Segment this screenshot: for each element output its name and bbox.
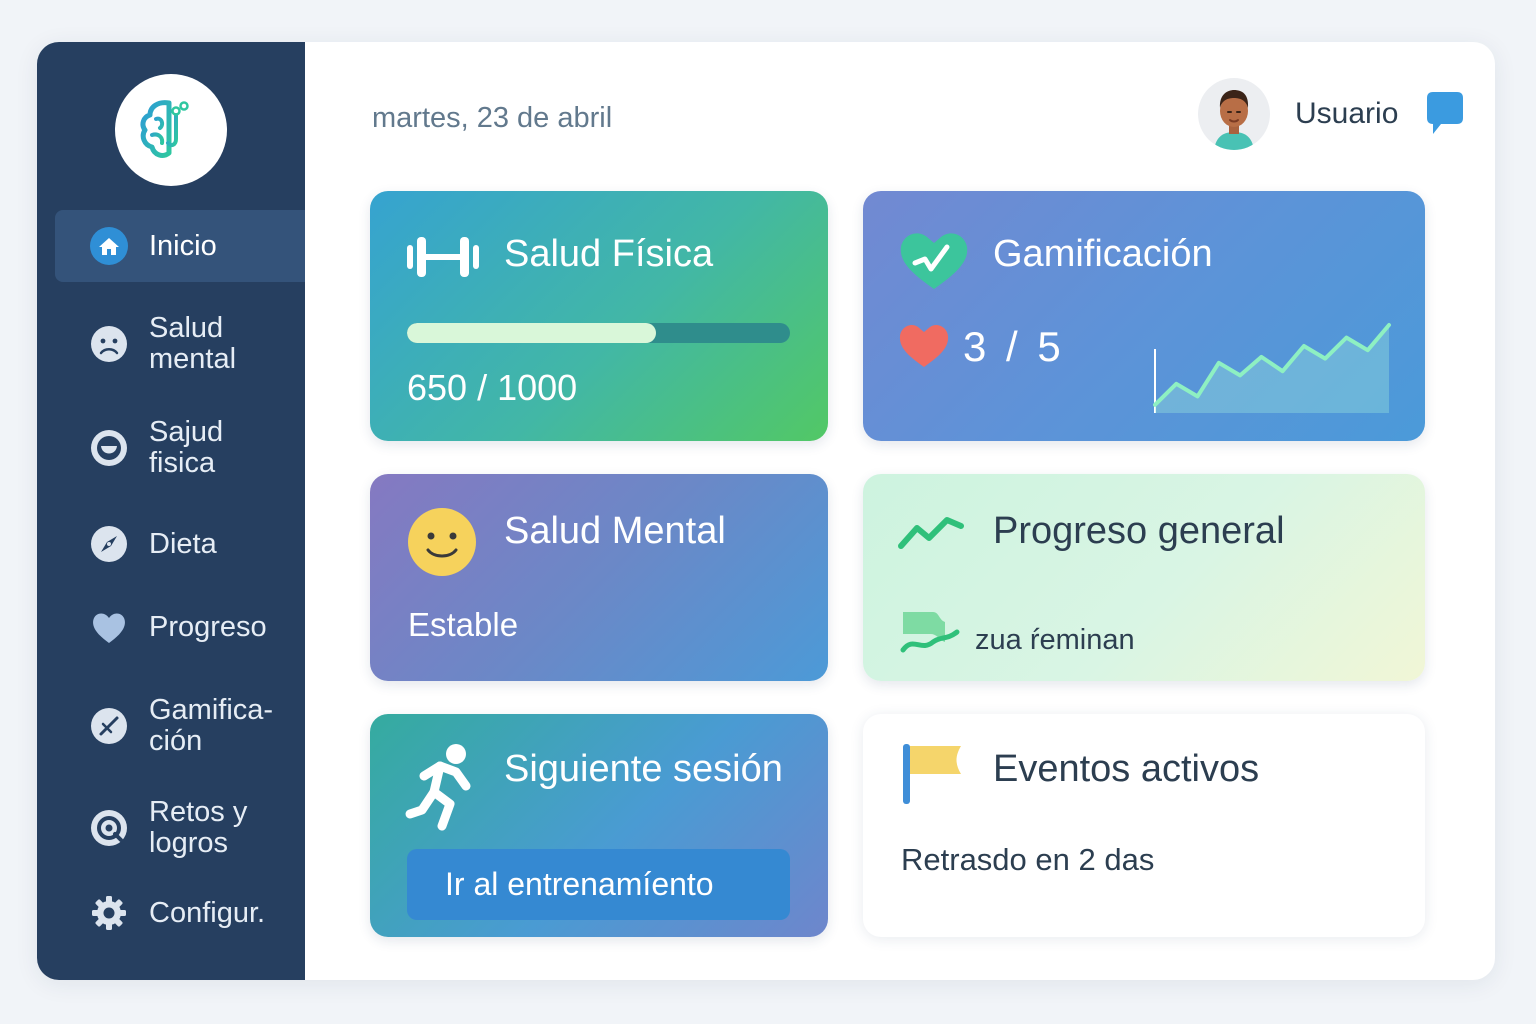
flag-wave-icon (899, 606, 961, 661)
sidebar-item-salud-mental[interactable]: Salud mental (55, 312, 305, 376)
trend-chart (1153, 323, 1391, 413)
sidebar-item-label: Salud mental (149, 312, 237, 375)
sidebar-item-dieta[interactable]: Dieta (55, 526, 305, 562)
card-salud-mental[interactable]: Salud Mental Estable (370, 474, 828, 681)
sidebar-item-label: Inicio (149, 229, 217, 262)
chat-icon[interactable] (1425, 90, 1465, 141)
eventos-text: Retrasdo en 2 das (901, 842, 1155, 877)
sidebar-item-label: Sajud fisica (149, 416, 224, 479)
compass-icon (89, 524, 129, 564)
heart-icon (897, 321, 951, 374)
heart-icon (89, 607, 129, 647)
no-icon (89, 706, 129, 746)
sidebar-item-gamificacion[interactable]: Gamifica- ción (55, 694, 305, 758)
card-title: Progreso general (993, 510, 1285, 552)
brain-logo[interactable] (115, 74, 227, 186)
card-title: Gamificación (993, 233, 1213, 275)
app-window: Inicio Salud mental Sajud fisica Dieta P (37, 42, 1495, 980)
sidebar-item-label: Retos y logros (149, 796, 248, 859)
sidebar-item-label: Progreso (149, 610, 267, 643)
sad-face-icon (89, 324, 129, 364)
dumbbell-icon (406, 235, 480, 284)
heart-check-icon (897, 227, 971, 296)
smile-icon (89, 428, 129, 468)
home-icon (89, 226, 129, 266)
lives-counter: 3 / 5 (963, 323, 1061, 370)
progress-bar (407, 323, 790, 343)
runner-icon (404, 742, 478, 837)
card-title: Salud Física (504, 233, 714, 275)
flag-icon (901, 742, 965, 811)
card-title: Siguiente sesión (504, 748, 783, 790)
sidebar-item-label: Gamifica- ción (149, 694, 274, 757)
smiley-icon (406, 506, 478, 583)
date-label: martes, 23 de abril (372, 102, 613, 134)
sidebar-item-label: Configur. (149, 896, 266, 929)
score-value: 650 / 1000 (407, 367, 578, 408)
main-content: martes, 23 de abril Usuario Salud Física (305, 42, 1495, 980)
card-progreso-general[interactable]: Progreso general zua ŕeminan (863, 474, 1425, 681)
card-title: Eventos activos (993, 748, 1260, 790)
gear-icon (89, 893, 129, 933)
card-gamificacion[interactable]: Gamificación 3 / 5 (863, 191, 1425, 441)
target-icon (89, 808, 129, 848)
sidebar-item-label: Dieta (149, 527, 217, 560)
username: Usuario (1295, 97, 1399, 130)
sidebar-item-salud-fisica[interactable]: Sajud fisica (55, 416, 305, 480)
sidebar: Inicio Salud mental Sajud fisica Dieta P (37, 42, 305, 980)
sidebar-item-retos[interactable]: Retos y logros (55, 796, 305, 860)
avatar[interactable] (1198, 78, 1270, 150)
brain-icon (140, 100, 189, 158)
card-siguiente-sesion[interactable]: Siguiente sesión Ir al entrenamíento (370, 714, 828, 937)
sidebar-item-inicio[interactable]: Inicio (55, 210, 305, 282)
mental-status: Estable (408, 606, 519, 643)
sidebar-item-progreso[interactable]: Progreso (55, 609, 305, 645)
card-title: Salud Mental (504, 510, 726, 552)
trend-up-icon (897, 512, 965, 557)
user-avatar-icon (1214, 90, 1254, 150)
go-to-training-button[interactable]: Ir al entrenamíento (407, 849, 790, 920)
card-salud-fisica[interactable]: Salud Física 650 / 1000 (370, 191, 828, 441)
progreso-subtitle: zua ŕeminan (975, 624, 1135, 656)
sidebar-item-config[interactable]: Configur. (55, 895, 305, 931)
progress-bar-fill (407, 323, 656, 343)
card-eventos-activos[interactable]: Eventos activos Retrasdo en 2 das (863, 714, 1425, 937)
